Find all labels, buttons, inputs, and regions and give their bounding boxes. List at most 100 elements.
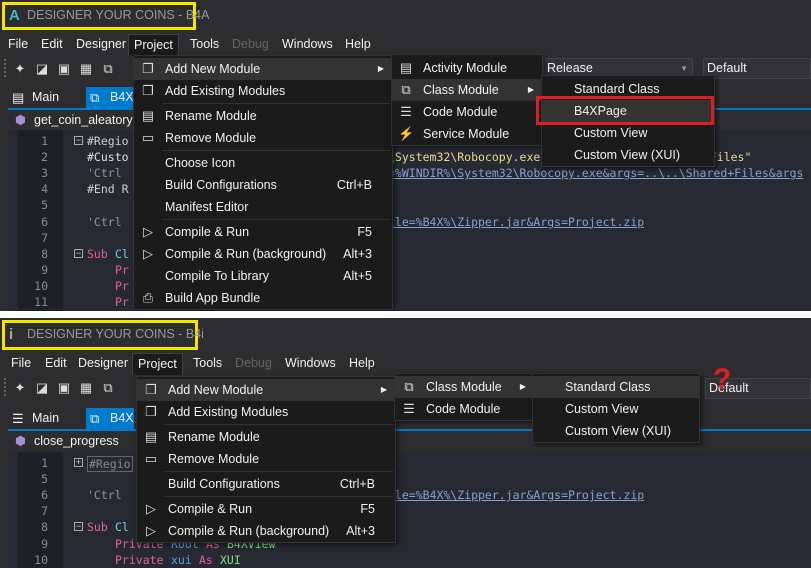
menu-item-class-module[interactable]: ⧉ Class Module ▶ [392,79,542,101]
menu-item-label: Compile & Run (background) [165,247,327,261]
menu-project[interactable]: Project [132,353,183,375]
menu-designer[interactable]: Designer [71,34,131,56]
tab-label: Main [32,90,60,104]
menu-item-remove-module[interactable]: ▭ Remove Module [137,448,395,470]
menu-item-label: Build Configurations [168,477,280,491]
menu-file[interactable]: File [6,353,36,375]
menu-item-compile-run-background[interactable]: ▷ Compile & Run (background) Alt+3 [137,520,395,542]
fold-collapse-icon[interactable]: − [74,248,83,258]
fold-collapse-icon[interactable]: − [74,136,83,145]
menu-item-code-module[interactable]: ☰ Code Module [395,398,534,420]
menu-item-build-configurations[interactable]: Build Configurations Ctrl+B [137,473,395,495]
copy-icon[interactable]: ⧉ [100,61,116,77]
app-icon: i [9,326,14,343]
menu-item-add-new-module[interactable]: ❐ Add New Module ▶ [137,379,395,401]
menu-windows[interactable]: Windows [280,353,341,375]
menu-item-compile-run[interactable]: ▷ Compile & Run F5 [134,221,392,243]
menu-item-service-module[interactable]: ⚡ Service Module [392,123,542,145]
app-icon: A [9,7,20,24]
add-new-module-icon: ❐ [142,61,154,76]
menu-item-label: Code Module [426,402,501,416]
line-number: 9 [41,536,48,551]
copy-icon[interactable]: ⧉ [100,380,116,396]
code-token: 'Ctrl [87,214,122,229]
line-number: 8 [41,520,48,535]
menu-item-label: Compile & Run [168,502,253,516]
submenu-arrow-icon: ▶ [527,85,534,94]
menu-item-build-app-bundle[interactable]: ⎙ Build App Bundle [134,287,392,309]
tab-b4x[interactable]: ⧉ B4X [86,87,134,108]
menu-file[interactable]: File [3,34,33,56]
menu-separator [162,103,390,104]
window-title: DESIGNER YOUR COINS - B4A [27,8,210,22]
save-all-icon[interactable]: ▦ [78,61,94,77]
tab-b4x[interactable]: ⧉ B4X [86,408,134,429]
menu-item-label: Class Module [426,380,502,394]
save-icon[interactable]: ▣ [56,61,72,77]
menu-item-remove-module[interactable]: ▭ Remove Module [134,127,392,149]
menu-item-add-existing-modules[interactable]: ❐ Add Existing Modules [134,80,392,102]
menu-debug[interactable]: Debug [230,353,277,375]
menu-edit[interactable]: Edit [36,34,68,56]
menu-item-add-existing-modules[interactable]: ❐ Add Existing Modules [137,401,395,423]
menu-edit[interactable]: Edit [40,353,72,375]
menu-project[interactable]: Project [128,34,179,56]
open-project-icon[interactable]: ◪ [34,61,50,77]
menu-help[interactable]: Help [340,34,376,56]
tab-main[interactable]: ▤ Main [8,87,66,108]
tab-main[interactable]: ☰ Main [8,408,66,429]
menu-designer[interactable]: Designer [73,353,133,375]
menu-item-label: Service Module [423,127,510,141]
menu-item-label: Compile & Run (background) [168,524,330,538]
code-token: Private [115,552,164,567]
new-project-icon[interactable]: ✦ [12,380,28,396]
menu-item-custom-view[interactable]: Custom View [542,122,714,144]
code-module-icon: ☰ [403,401,415,416]
menu-item-activity-module[interactable]: ▤ Activity Module [392,57,542,79]
menu-item-choose-icon[interactable]: Choose Icon [134,152,392,174]
designer-module-icon: ▤ [12,90,25,105]
class-module-icon: ⧉ [90,411,100,426]
code-link[interactable]: ile=%B4X%\Zipper.jar&Args=Project.zip [388,488,644,502]
code-editor[interactable]: 1 + #Regio 5 6 'Ctrl ile=%B4X%\Zipper.jar&Args… [8,452,811,568]
new-project-icon[interactable]: ✦ [12,61,28,77]
menu-item-shortcut: Ctrl+B [336,178,372,192]
menu-tools[interactable]: Tools [188,353,227,375]
bundle-icon: ⎙ [142,290,154,305]
menu-debug[interactable]: Debug [227,34,274,56]
code-module-icon: ☰ [12,411,24,426]
code-token: Cl [115,520,129,535]
menu-item-custom-view-xui[interactable]: Custom View (XUI) [533,420,699,442]
menu-separator [162,150,390,151]
save-all-icon[interactable]: ▦ [78,380,94,396]
menu-item-build-configurations[interactable]: Build Configurations Ctrl+B [134,174,392,196]
menu-item-manifest-editor[interactable]: Manifest Editor [134,196,392,218]
menu-windows[interactable]: Windows [277,34,338,56]
menu-item-add-new-module[interactable]: ❐ Add New Module ▶ [134,58,392,80]
line-number: 8 [41,246,48,261]
play-icon: ▷ [146,523,156,538]
menu-item-class-module[interactable]: ⧉ Class Module ▶ [395,376,534,398]
menu-item-custom-view-xui[interactable]: Custom View (XUI) [542,144,714,166]
menu-tools[interactable]: Tools [185,34,224,56]
code-token: #Regio [87,456,133,472]
menu-item-rename-module[interactable]: ▤ Rename Module [137,426,395,448]
fold-expand-icon[interactable]: + [74,458,83,467]
code-token: Pr [115,278,129,293]
menu-item-custom-view[interactable]: Custom View [533,398,699,420]
save-icon[interactable]: ▣ [56,380,72,396]
code-link[interactable]: ile=%B4X%\Zipper.jar&Args=Project.zip [388,215,644,229]
menu-item-compile-run[interactable]: ▷ Compile & Run F5 [137,498,395,520]
menu-item-compile-to-library[interactable]: Compile To Library Alt+5 [134,265,392,287]
menu-item-rename-module[interactable]: ▤ Rename Module [134,105,392,127]
menu-item-standard-class[interactable]: Standard Class [533,376,699,398]
menu-help[interactable]: Help [344,353,380,375]
menu-item-code-module[interactable]: ☰ Code Module [392,101,542,123]
code-token: Pr [115,262,129,277]
device-config-select[interactable]: Default [703,58,811,79]
code-link[interactable]: =%WINDIR%\System32\Robocopy.exe&args=..\… [388,166,803,180]
code-token: 'Ctrl [87,166,122,181]
open-project-icon[interactable]: ◪ [34,380,50,396]
menu-item-compile-run-background[interactable]: ▷ Compile & Run (background) Alt+3 [134,243,392,265]
fold-collapse-icon[interactable]: − [74,522,83,532]
